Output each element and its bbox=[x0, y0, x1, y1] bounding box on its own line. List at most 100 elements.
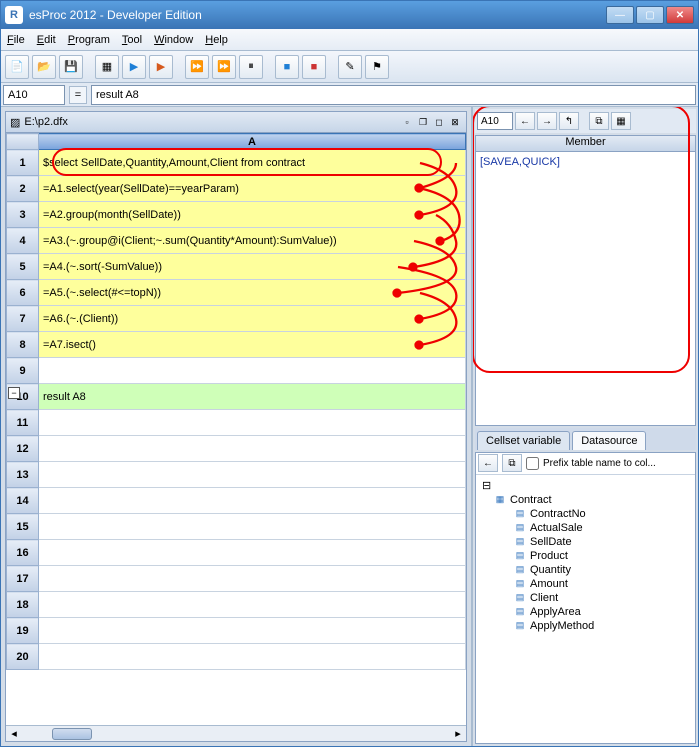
new-button[interactable]: 📄 bbox=[5, 55, 29, 79]
field-icon: ▤ bbox=[514, 550, 526, 562]
tree-field-actualsale[interactable]: ▤ActualSale bbox=[514, 522, 691, 534]
cell-A6[interactable]: =A5.(~.select(#<=topN)) bbox=[39, 280, 466, 306]
tree-field-applyarea[interactable]: ▤ApplyArea bbox=[514, 606, 691, 618]
toolbar: 📄 📂 💾 ▦ ▶ ▶ ⏩ ⏩ ⏸ ■ ■ ✎ ⚑ bbox=[1, 51, 698, 83]
tree-field-applymethod[interactable]: ▤ApplyMethod bbox=[514, 620, 691, 632]
tree-root-contract[interactable]: ▦ Contract bbox=[494, 494, 691, 506]
tree-field-contractno[interactable]: ▤ContractNo bbox=[514, 508, 691, 520]
menu-tool[interactable]: Tool bbox=[122, 34, 142, 46]
datasource-tree[interactable]: ⊟ ▦ Contract ▤ContractNo▤ActualSale▤Sell… bbox=[476, 475, 695, 744]
tab-cellset-variable[interactable]: Cellset variable bbox=[477, 431, 570, 450]
menu-program[interactable]: Program bbox=[68, 34, 110, 46]
member-value: [SAVEA,QUICK] bbox=[476, 152, 695, 425]
copy-button[interactable]: ⧉ bbox=[589, 112, 609, 130]
menu-edit[interactable]: Edit bbox=[37, 34, 56, 46]
step-over-button[interactable]: ⏩ bbox=[185, 55, 209, 79]
row-header-12[interactable]: 12 bbox=[7, 436, 39, 462]
cell-A9[interactable] bbox=[39, 358, 466, 384]
cell-A8[interactable]: =A7.isect() bbox=[39, 332, 466, 358]
grid-view-button[interactable]: ▦ bbox=[611, 112, 631, 130]
row-header-4[interactable]: 4 bbox=[7, 228, 39, 254]
formula-input[interactable]: result A8 bbox=[91, 85, 696, 105]
minimize-button[interactable]: — bbox=[606, 6, 634, 24]
bookmark-button[interactable]: ⚑ bbox=[365, 55, 389, 79]
save-button[interactable]: 💾 bbox=[59, 55, 83, 79]
menu-file[interactable]: FFileile bbox=[7, 34, 25, 46]
inspector-cell-ref[interactable]: A10 bbox=[477, 112, 513, 130]
row-header-11[interactable]: 11 bbox=[7, 410, 39, 436]
row-header-17[interactable]: 17 bbox=[7, 566, 39, 592]
prefix-checkbox[interactable] bbox=[526, 457, 539, 470]
cell-A18[interactable] bbox=[39, 592, 466, 618]
cell-A13[interactable] bbox=[39, 462, 466, 488]
cell-A20[interactable] bbox=[39, 644, 466, 670]
row-header-20[interactable]: 20 bbox=[7, 644, 39, 670]
maximize-button[interactable]: ▢ bbox=[636, 6, 664, 24]
close-button[interactable]: ✕ bbox=[666, 6, 694, 24]
row-header-13[interactable]: 13 bbox=[7, 462, 39, 488]
nav-back-button[interactable]: ← bbox=[515, 112, 535, 130]
tree-field-quantity[interactable]: ▤Quantity bbox=[514, 564, 691, 576]
cell-A11[interactable] bbox=[39, 410, 466, 436]
close-doc-icon[interactable]: ⊠ bbox=[448, 115, 462, 129]
row-header-3[interactable]: 3 bbox=[7, 202, 39, 228]
menu-help[interactable]: Help bbox=[205, 34, 228, 46]
ds-back-button[interactable]: ← bbox=[478, 454, 498, 472]
run-button[interactable]: ▶ bbox=[122, 55, 146, 79]
cell-A3[interactable]: =A2.group(month(SellDate)) bbox=[39, 202, 466, 228]
cell-A7[interactable]: =A6.(~.(Client)) bbox=[39, 306, 466, 332]
row-header-7[interactable]: 7 bbox=[7, 306, 39, 332]
pause-button[interactable]: ⏸ bbox=[239, 55, 263, 79]
document-header: ▨ E:\p2.dfx ▫ ❐ ◻ ⊠ bbox=[5, 111, 467, 133]
tree-field-selldate[interactable]: ▤SellDate bbox=[514, 536, 691, 548]
clear-button[interactable]: ✎ bbox=[338, 55, 362, 79]
open-button[interactable]: 📂 bbox=[32, 55, 56, 79]
cell-A10[interactable]: result A8 bbox=[39, 384, 466, 410]
row-header-16[interactable]: 16 bbox=[7, 540, 39, 566]
document-path: E:\p2.dfx bbox=[24, 116, 67, 128]
row-header-2[interactable]: 2 bbox=[7, 176, 39, 202]
cell-A2[interactable]: =A1.select(year(SellDate)==yearParam) bbox=[39, 176, 466, 202]
row-header-1[interactable]: 1 bbox=[7, 150, 39, 176]
cell-A19[interactable] bbox=[39, 618, 466, 644]
nav-forward-button[interactable]: → bbox=[537, 112, 557, 130]
row-header-15[interactable]: 15 bbox=[7, 514, 39, 540]
tree-field-client[interactable]: ▤Client bbox=[514, 592, 691, 604]
debug-button[interactable]: ▶ bbox=[149, 55, 173, 79]
cell-A5[interactable]: =A4.(~.sort(-SumValue)) bbox=[39, 254, 466, 280]
grid-area[interactable]: − A 1$select SellDate,Quantity,Amount,Cl… bbox=[6, 133, 466, 725]
minimize-doc-icon[interactable]: ▫ bbox=[400, 115, 414, 129]
ds-copy-button[interactable]: ⧉ bbox=[502, 454, 522, 472]
maximize-doc-icon[interactable]: ◻ bbox=[432, 115, 446, 129]
cell-A14[interactable] bbox=[39, 488, 466, 514]
cell-A1[interactable]: $select SellDate,Quantity,Amount,Client … bbox=[39, 150, 466, 176]
menu-window[interactable]: Window bbox=[154, 34, 193, 46]
row-header-18[interactable]: 18 bbox=[7, 592, 39, 618]
cell-A16[interactable] bbox=[39, 540, 466, 566]
cell-A15[interactable] bbox=[39, 514, 466, 540]
tree-field-amount[interactable]: ▤Amount bbox=[514, 578, 691, 590]
row-header-9[interactable]: 9 bbox=[7, 358, 39, 384]
compile-button[interactable]: ▦ bbox=[95, 55, 119, 79]
row-header-5[interactable]: 5 bbox=[7, 254, 39, 280]
cell-A17[interactable] bbox=[39, 566, 466, 592]
row-header-8[interactable]: 8 bbox=[7, 332, 39, 358]
cell-reference-input[interactable]: A10 bbox=[3, 85, 65, 105]
step-into-button[interactable]: ⏩ bbox=[212, 55, 236, 79]
tab-datasource[interactable]: Datasource bbox=[572, 431, 646, 450]
collapse-row-icon[interactable]: − bbox=[8, 387, 20, 399]
stop-button[interactable]: ■ bbox=[275, 55, 299, 79]
restore-doc-icon[interactable]: ❐ bbox=[416, 115, 430, 129]
cell-A4[interactable]: =A3.(~.group@i(Client;~.sum(Quantity*Amo… bbox=[39, 228, 466, 254]
column-header-A[interactable]: A bbox=[39, 134, 466, 150]
row-header-19[interactable]: 19 bbox=[7, 618, 39, 644]
inspector-pane: A10 ← → ↰ ⧉ ▦ Member [SAVEA,QUICK] Cells… bbox=[473, 107, 698, 746]
horizontal-scrollbar[interactable]: ◂ ▸ bbox=[6, 725, 466, 741]
row-header-14[interactable]: 14 bbox=[7, 488, 39, 514]
document-icon: ▨ bbox=[10, 116, 20, 129]
nav-up-button[interactable]: ↰ bbox=[559, 112, 579, 130]
cell-A12[interactable] bbox=[39, 436, 466, 462]
stop-all-button[interactable]: ■ bbox=[302, 55, 326, 79]
row-header-6[interactable]: 6 bbox=[7, 280, 39, 306]
tree-field-product[interactable]: ▤Product bbox=[514, 550, 691, 562]
